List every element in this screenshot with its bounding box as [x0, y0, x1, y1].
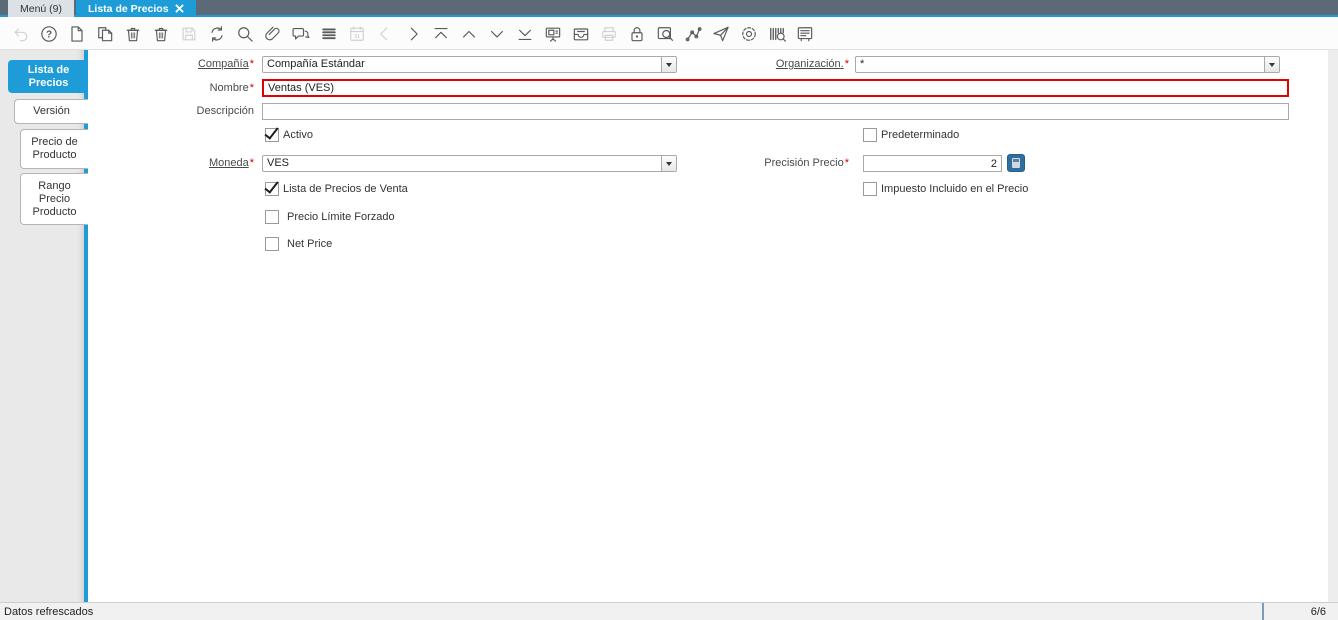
required-marker: *	[844, 58, 849, 70]
calculator-button[interactable]	[1007, 154, 1025, 172]
print-icon[interactable]	[596, 21, 622, 47]
report-icon[interactable]	[540, 21, 566, 47]
impuesto-incluido-checkbox[interactable]: Impuesto Incluido en el Precio	[863, 182, 1028, 197]
lista-de-precios-de-venta-label: Lista de Precios de Venta	[283, 183, 408, 195]
sidebar-tab-precio-de-producto[interactable]: Precio de Producto	[20, 129, 88, 169]
save-icon[interactable]	[176, 21, 202, 47]
dropdown-arrow-icon[interactable]	[1264, 57, 1279, 72]
required-marker: *	[844, 157, 849, 169]
sidebar-tab-label: Rango Precio Producto	[32, 179, 77, 218]
checkbox-box[interactable]	[863, 182, 877, 196]
send-icon[interactable]	[708, 21, 734, 47]
window-icon[interactable]	[792, 21, 818, 47]
archive-icon[interactable]	[568, 21, 594, 47]
svg-text:31: 31	[354, 34, 360, 40]
tab-lista-de-precios[interactable]: Lista de Precios	[76, 0, 196, 17]
app-window: Menú (9) Lista de Precios ? 31 Lista de …	[0, 0, 1338, 620]
organizacion-combobox[interactable]: *	[855, 56, 1280, 73]
status-message: Datos refrescados	[4, 605, 94, 618]
sidebar-tab-rango-precio-producto[interactable]: Rango Precio Producto	[20, 173, 88, 225]
organizacion-label[interactable]: Organización.*	[649, 56, 849, 73]
delete-selection-icon[interactable]	[148, 21, 174, 47]
moneda-combobox[interactable]: VES	[262, 155, 677, 172]
previous-record-icon[interactable]	[372, 21, 398, 47]
grid-toggle-icon[interactable]	[316, 21, 342, 47]
first-record-icon[interactable]	[428, 21, 454, 47]
checkbox-box[interactable]	[265, 128, 279, 142]
close-icon[interactable]	[174, 4, 184, 13]
copy-record-icon[interactable]	[92, 21, 118, 47]
compania-value: Compañía Estándar	[267, 58, 365, 70]
find-icon[interactable]	[232, 21, 258, 47]
delete-record-icon[interactable]	[120, 21, 146, 47]
record-indicator: 6/6	[1262, 603, 1338, 620]
sidebar-tab-label: Lista de Precios	[27, 63, 70, 89]
impuesto-incluido-label: Impuesto Incluido en el Precio	[881, 183, 1029, 195]
predeterminado-label: Predeterminado	[881, 129, 960, 141]
net-price-label: Net Price	[287, 238, 333, 250]
calendar-icon[interactable]: 31	[344, 21, 370, 47]
checkbox-box[interactable]	[265, 237, 279, 251]
next-record-icon[interactable]	[400, 21, 426, 47]
nombre-label: Nombre*	[209, 82, 254, 94]
activo-checkbox[interactable]: Activo	[265, 128, 313, 143]
lock-icon[interactable]	[624, 21, 650, 47]
status-bar: Datos refrescados 6/6	[0, 602, 1338, 620]
moneda-label[interactable]: Moneda*	[88, 155, 254, 172]
precision-precio-input[interactable]	[863, 155, 1002, 172]
precio-limite-forzado-checkbox[interactable]: Precio Límite Forzado	[265, 210, 395, 225]
sidebar-tab-label: Versión	[33, 105, 70, 117]
calculator-icon	[1012, 158, 1020, 168]
sidebar-tab-version[interactable]: Versión	[14, 99, 88, 124]
precio-limite-forzado-label: Precio Límite Forzado	[287, 211, 395, 223]
form-area: Compañía* Compañía Estándar Organización…	[88, 50, 1338, 602]
net-price-checkbox[interactable]: Net Price	[265, 237, 332, 252]
nombre-input[interactable]	[262, 79, 1289, 97]
moneda-value: VES	[267, 157, 290, 169]
activo-label: Activo	[283, 129, 313, 141]
new-record-icon[interactable]	[64, 21, 90, 47]
precision-precio-label: Precisión Precio*	[764, 157, 849, 169]
required-marker: *	[249, 82, 254, 94]
detail-tabs-sidebar: Lista de Precios Versión Precio de Produ…	[0, 50, 88, 602]
refresh-icon[interactable]	[204, 21, 230, 47]
tab-lista-de-precios-label: Lista de Precios	[88, 2, 169, 15]
compania-combobox[interactable]: Compañía Estándar	[262, 56, 677, 73]
attachment-icon[interactable]	[260, 21, 286, 47]
help-icon[interactable]: ?	[36, 21, 62, 47]
descripcion-label: Descripción	[196, 105, 254, 117]
descripcion-input[interactable]	[262, 103, 1289, 120]
required-marker: *	[249, 58, 254, 70]
checkbox-box[interactable]	[265, 182, 279, 196]
tab-menu-label: Menú (9)	[20, 2, 63, 15]
tab-menu[interactable]: Menú (9)	[8, 0, 75, 17]
organizacion-value: *	[860, 58, 865, 70]
detail-record-icon[interactable]	[484, 21, 510, 47]
settings-icon[interactable]	[736, 21, 762, 47]
lista-de-precios-de-venta-checkbox[interactable]: Lista de Precios de Venta	[265, 182, 408, 197]
svg-text:?: ?	[46, 30, 52, 41]
checkbox-box[interactable]	[863, 128, 877, 142]
chat-icon[interactable]	[288, 21, 314, 47]
compania-label[interactable]: Compañía*	[88, 56, 254, 73]
predeterminado-checkbox[interactable]: Predeterminado	[863, 128, 959, 143]
sidebar-tab-label: Precio de Producto	[31, 136, 78, 161]
toolbar: ? 31	[0, 19, 1338, 50]
zoom-across-icon[interactable]	[652, 21, 678, 47]
window-body: Lista de Precios Versión Precio de Produ…	[0, 50, 1338, 602]
product-info-icon[interactable]	[764, 21, 790, 47]
window-tab-bar: Menú (9) Lista de Precios	[0, 0, 1338, 17]
workflow-icon[interactable]	[680, 21, 706, 47]
scrollbar-track[interactable]	[1328, 50, 1338, 602]
required-marker: *	[249, 157, 254, 169]
parent-record-icon[interactable]	[456, 21, 482, 47]
undo-icon[interactable]	[8, 21, 34, 47]
sidebar-tab-lista-de-precios[interactable]: Lista de Precios	[8, 60, 88, 93]
checkbox-box[interactable]	[265, 210, 279, 224]
last-record-icon[interactable]	[512, 21, 538, 47]
